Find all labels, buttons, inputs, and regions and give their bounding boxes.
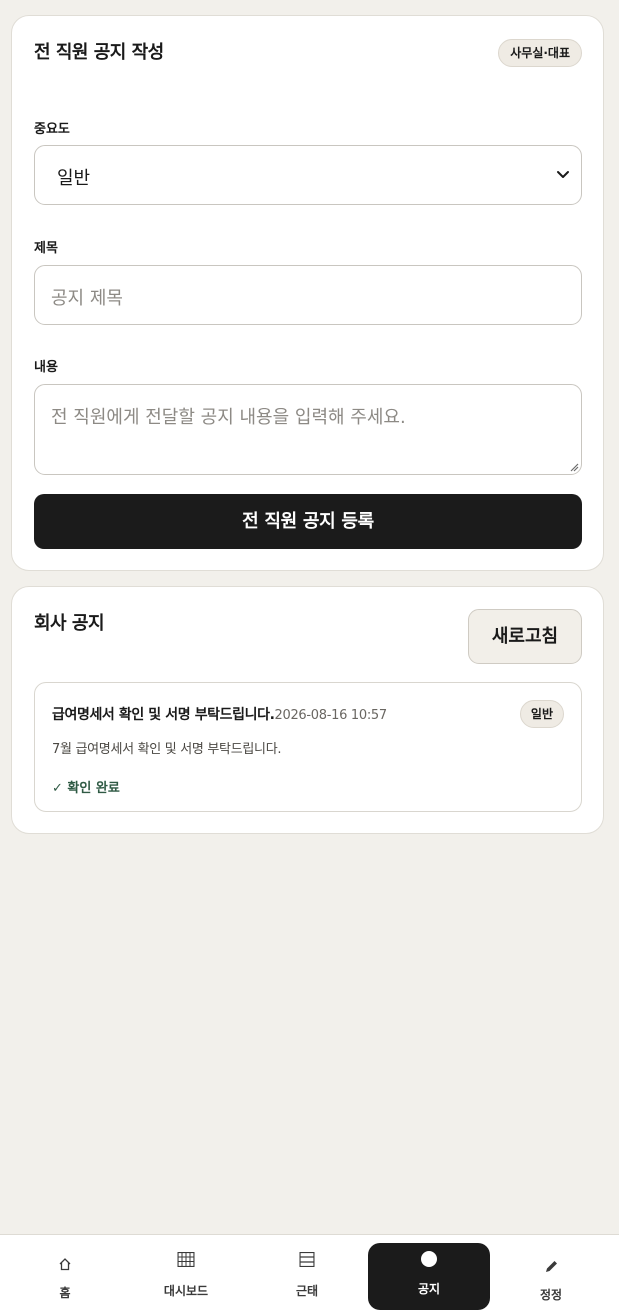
- compose-title: 전 직원 공지 작성: [34, 42, 164, 63]
- notice-item[interactable]: 급여명세서 확인 및 서명 부탁드립니다.2026-08-16 10:57 일반…: [34, 682, 582, 812]
- notice-date: 2026-08-16 10:57: [274, 708, 388, 723]
- home-icon: [59, 1258, 71, 1271]
- role-badge: 사무실·대표: [498, 39, 582, 67]
- grid-icon: [177, 1252, 195, 1267]
- tab-correction[interactable]: 정정: [490, 1243, 612, 1310]
- notice-level-badge: 일반: [519, 700, 564, 728]
- title-label: 제목: [34, 241, 58, 256]
- tab-notices[interactable]: 공지: [368, 1243, 490, 1310]
- title-input[interactable]: 공지 제목: [34, 265, 582, 325]
- importance-select-value: 일반: [57, 168, 91, 189]
- submit-notice-button[interactable]: 전 직원 공지 등록: [34, 494, 582, 549]
- tab-attendance-label: 근태: [295, 1284, 319, 1298]
- notice-compose-card: 전 직원 공지 작성 사무실·대표 중요도 일반 제목 공지 제목 내용 전 직…: [11, 15, 604, 571]
- content-textarea-placeholder: 전 직원에게 전달할 공지 내용을 입력해 주세요.: [51, 407, 406, 428]
- pencil-icon: [546, 1261, 557, 1272]
- tab-attendance[interactable]: 근태: [246, 1243, 368, 1310]
- content-textarea[interactable]: 전 직원에게 전달할 공지 내용을 입력해 주세요.: [34, 384, 582, 475]
- content-label: 내용: [34, 360, 58, 375]
- chevron-down-icon: [557, 171, 569, 178]
- notice-title-line: 급여명세서 확인 및 서명 부탁드립니다.2026-08-16 10:57: [52, 704, 387, 724]
- tab-dashboard-label: 대시보드: [163, 1284, 209, 1298]
- refresh-button[interactable]: 새로고침: [468, 609, 582, 664]
- tab-correction-label: 정정: [539, 1288, 563, 1302]
- tab-home[interactable]: 홈: [4, 1243, 126, 1310]
- importance-label: 중요도: [34, 122, 70, 137]
- tab-notices-label: 공지: [417, 1282, 441, 1296]
- notices-title: 회사 공지: [34, 613, 105, 634]
- bottom-tab-bar: 홈 대시보드 근태 공지 정정: [0, 1234, 619, 1315]
- title-input-placeholder: 공지 제목: [51, 288, 123, 309]
- confirm-status: ✓ 확인 완료: [52, 781, 120, 796]
- resize-grip-icon[interactable]: [569, 462, 579, 472]
- importance-select[interactable]: 일반: [34, 145, 582, 205]
- list-icon: [299, 1252, 315, 1267]
- notice-title: 급여명세서 확인 및 서명 부탁드립니다.: [52, 707, 275, 723]
- tab-dashboard[interactable]: 대시보드: [125, 1243, 247, 1310]
- company-notices-card: 회사 공지 새로고침 급여명세서 확인 및 서명 부탁드립니다.2026-08-…: [11, 586, 604, 834]
- tab-home-label: 홈: [59, 1286, 71, 1300]
- dot-icon: [421, 1251, 437, 1267]
- notice-body: 7월 급여명세서 확인 및 서명 부탁드립니다.: [52, 742, 282, 757]
